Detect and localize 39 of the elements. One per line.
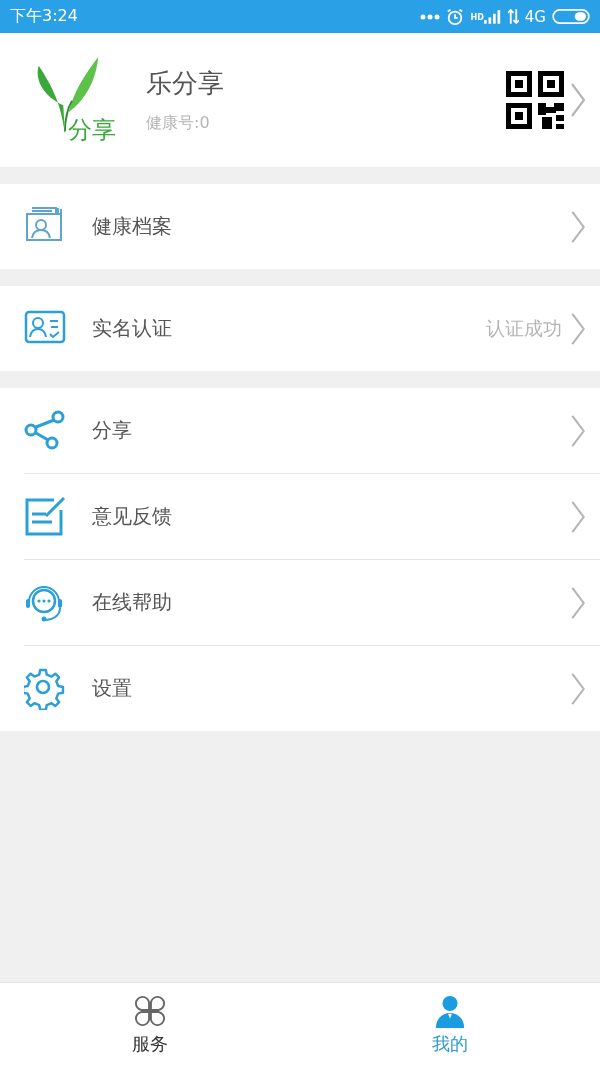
menu-label: 意见反馈 <box>92 503 173 530</box>
chevron-icon <box>570 209 586 244</box>
more-dots-icon <box>420 13 441 20</box>
menu-item[interactable]: 设置 <box>24 645 600 731</box>
menu-item[interactable]: 实名认证 认证成功 <box>0 286 600 371</box>
edit-note-icon <box>24 495 66 538</box>
alarm-icon <box>446 7 465 26</box>
signal-label: HD <box>470 12 484 22</box>
menu-item[interactable]: 分享 <box>0 388 600 473</box>
person-icon <box>433 994 467 1028</box>
chevron-icon <box>570 499 586 534</box>
share-icon <box>24 409 66 452</box>
chevron-icon <box>570 413 586 448</box>
data-arrows-icon <box>507 9 519 24</box>
profile-name: 乐分享 <box>146 67 225 100</box>
qr-code-icon[interactable] <box>506 71 564 129</box>
chevron-icon <box>570 82 586 118</box>
menu-label: 实名认证 <box>92 315 173 342</box>
health-id: 健康号:0 <box>146 113 211 134</box>
menu-item[interactable]: 意见反馈 <box>24 473 600 559</box>
menu-label: 健康档案 <box>92 213 173 240</box>
status-text: 认证成功 <box>486 315 562 341</box>
profile-card[interactable]: 分享 乐分享 健康号:0 <box>0 33 600 167</box>
clock-time: 下午3:24 <box>10 6 78 27</box>
four-petal-icon <box>133 994 167 1028</box>
nav-tab[interactable]: 服务 <box>0 983 300 1067</box>
logo-text: 分享 <box>68 115 116 146</box>
chevron-icon <box>570 585 586 620</box>
menu-label: 在线帮助 <box>92 589 173 616</box>
menu-item[interactable]: 健康档案 <box>0 184 600 269</box>
menu-label: 分享 <box>92 417 133 444</box>
chevron-icon <box>570 671 586 706</box>
signal-icon <box>483 9 502 24</box>
battery-icon <box>552 9 590 24</box>
network-type: 4G <box>524 7 546 26</box>
menu-item[interactable]: 在线帮助 <box>24 559 600 645</box>
settings-icon <box>24 667 66 710</box>
chevron-icon <box>570 311 586 346</box>
menu-label: 设置 <box>92 675 133 702</box>
